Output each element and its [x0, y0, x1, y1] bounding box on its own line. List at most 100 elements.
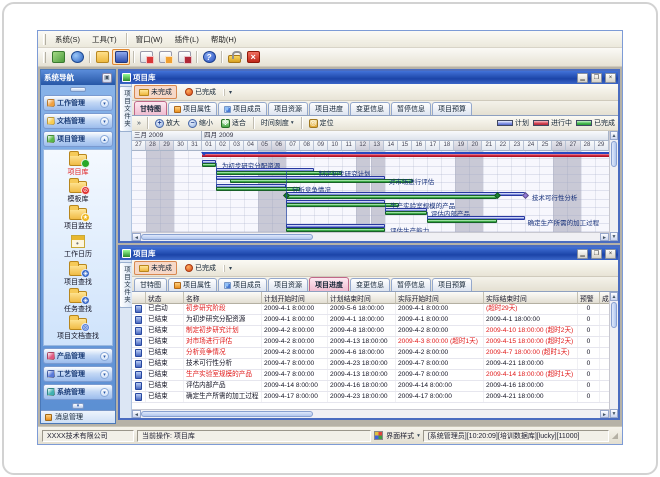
sidebar-item[interactable]: ◈项目查找	[44, 264, 112, 287]
gantt-vertical-scrollbar[interactable]: ▲ ▼	[609, 131, 618, 241]
scroll-thumb[interactable]	[141, 234, 313, 240]
scroll-thumb[interactable]	[611, 141, 617, 167]
project-folder-vertical-tab[interactable]: 项目文件夹	[119, 262, 133, 308]
restore-button[interactable]: ❐	[591, 73, 602, 83]
zoom-in-button[interactable]: +放大	[152, 117, 183, 129]
save-button[interactable]	[112, 49, 130, 65]
gantt-tab-2[interactable]: 项目属性	[168, 102, 217, 115]
column-header-6[interactable]: 实际结束时间	[484, 292, 578, 304]
table-row[interactable]: 已结束生产实验室规模的产品2009-4-7 8:00:002009-4-13 1…	[132, 370, 609, 381]
table-row[interactable]: 已结束确定生产所需的加工过程2009-4-17 8:00:002009-4-23…	[132, 392, 609, 403]
panel-toggle-icon[interactable]: ▾	[100, 388, 109, 397]
toolbar-overflow-button[interactable]: »	[135, 120, 143, 127]
gantt-tab-4[interactable]: 项目资源	[268, 102, 308, 115]
report-orange-button[interactable]	[156, 49, 174, 65]
report-delete-button[interactable]	[175, 49, 193, 65]
gantt-tab-8[interactable]: 项目预算	[432, 102, 472, 115]
panel-toggle-icon[interactable]: ▾	[100, 352, 109, 361]
zoom-out-button[interactable]: −缩小	[185, 117, 216, 129]
gantt-tab-3[interactable]: 项目成员	[218, 102, 267, 115]
scroll-down-icon[interactable]: ▼	[610, 409, 618, 418]
close-button[interactable]: ×	[605, 249, 616, 259]
locate-button[interactable]: ◎定位	[306, 117, 337, 129]
done-bar[interactable]	[286, 195, 496, 199]
table-tab-4[interactable]: 项目资源	[268, 278, 308, 291]
table-window-titlebar[interactable]: 项目库 ▁ ❐ ×	[120, 247, 618, 260]
done-bar[interactable]	[230, 179, 412, 183]
panel-toggle-icon[interactable]: ▴	[100, 135, 109, 144]
menu-item-4[interactable]: 插件(L)	[170, 33, 204, 46]
column-header-3[interactable]: 计划开始时间	[262, 292, 328, 304]
menu-item-2[interactable]: 工具(T)	[87, 33, 122, 46]
report-red-button[interactable]	[137, 49, 155, 65]
column-header-2[interactable]: 名称	[184, 292, 262, 304]
column-header-7[interactable]: 预警	[578, 292, 600, 304]
scroll-thumb[interactable]	[611, 302, 617, 328]
sidebar-item[interactable]: 项目库	[44, 154, 112, 177]
table-row[interactable]: 已结束评估内部产品2009-4-14 8:00:002009-4-16 18:0…	[132, 381, 609, 392]
sidebar-options-button[interactable]: ▣	[102, 73, 112, 83]
sidebar-panel-3[interactable]: 项目管理▴	[43, 131, 113, 147]
open-folder-button[interactable]	[93, 49, 111, 65]
menu-item-3[interactable]: 窗口(W)	[131, 33, 168, 46]
system-monitor-button[interactable]	[49, 49, 67, 65]
sidebar-panel-1[interactable]: 工作管理▾	[43, 95, 113, 111]
done-bar[interactable]	[427, 219, 497, 223]
column-header-4[interactable]: 计划结束时间	[328, 292, 396, 304]
gantt-tab-6[interactable]: 变更信息	[350, 102, 390, 115]
gantt-horizontal-scrollbar[interactable]: ◄ ►	[132, 232, 609, 241]
table-row[interactable]: 已结束对市场进行评估2009-4-2 8:00:002009-4-13 18:0…	[132, 337, 609, 348]
exit-button[interactable]	[244, 49, 262, 65]
table-tab-1[interactable]: 甘特图	[134, 278, 167, 291]
fit-button[interactable]: ※适合	[218, 117, 249, 129]
filter-dropdown[interactable]: ▾	[224, 265, 236, 272]
minimize-button[interactable]: ▁	[577, 249, 588, 259]
table-tab-5[interactable]: 项目进度	[309, 277, 349, 291]
sidebar-expand-strip[interactable]: ▾	[41, 401, 115, 410]
sidebar-item[interactable]: ★项目监控	[44, 208, 112, 231]
scroll-down-icon[interactable]: ▼	[610, 232, 618, 241]
gantt-tab-1[interactable]: 甘特图	[134, 101, 167, 115]
project-folder-vertical-tab[interactable]: 项目文件夹	[119, 86, 133, 132]
internet-button[interactable]	[68, 49, 86, 65]
panel-toggle-icon[interactable]: ▾	[100, 99, 109, 108]
table-vertical-scrollbar[interactable]: ▲ ▼	[609, 292, 618, 418]
restore-button[interactable]: ❐	[591, 249, 602, 259]
sidebar-item[interactable]: ⊘模板库	[44, 181, 112, 204]
chevron-down-icon[interactable]: ▾	[417, 433, 420, 439]
sidebar-collapse-strip[interactable]	[41, 85, 115, 94]
interface-style-button[interactable]: 界面样式	[386, 431, 414, 441]
scroll-thumb[interactable]	[141, 411, 313, 417]
filter-unfinished[interactable]: 未完成	[134, 85, 177, 99]
done-bar[interactable]	[216, 187, 300, 191]
filter-finished[interactable]: 已完成	[180, 261, 221, 275]
table-row[interactable]: 已启动初步研究阶段2009-4-1 8:00:002009-5-6 18:00:…	[132, 304, 609, 315]
gantt-tab-5[interactable]: 项目进度	[309, 102, 349, 115]
help-button[interactable]	[200, 49, 218, 65]
menu-item-1[interactable]: 系统(S)	[50, 33, 85, 46]
table-row[interactable]: 已结束分析竞争情况2009-4-2 8:00:002009-4-6 18:00:…	[132, 348, 609, 359]
scroll-right-icon[interactable]: ►	[600, 410, 609, 418]
done-bar[interactable]	[286, 228, 384, 232]
table-tab-8[interactable]: 项目预算	[432, 278, 472, 291]
done-bar[interactable]	[202, 163, 216, 167]
scroll-up-icon[interactable]: ▲	[610, 292, 618, 301]
filter-dropdown[interactable]: ▾	[224, 89, 236, 96]
filter-unfinished[interactable]: 未完成	[134, 261, 177, 275]
scroll-up-icon[interactable]: ▲	[610, 131, 618, 140]
resize-grip[interactable]: ◢	[612, 432, 618, 440]
table-row[interactable]: 已结束技术可行性分析2009-4-7 8:00:002009-4-23 18:0…	[132, 359, 609, 370]
panel-toggle-icon[interactable]: ▾	[100, 370, 109, 379]
panel-toggle-icon[interactable]: ▾	[100, 117, 109, 126]
gantt-window-titlebar[interactable]: 项目库 ▁ ❐ ×	[120, 71, 618, 84]
table-row[interactable]: 已结束为初步研究分配资源2009-4-1 8:00:002009-4-1 18:…	[132, 315, 609, 326]
summary-bar[interactable]	[202, 152, 609, 157]
close-button[interactable]: ×	[605, 73, 616, 83]
table-row[interactable]: 已结束制定初步研究计划2009-4-2 8:00:002009-4-8 18:0…	[132, 326, 609, 337]
sidebar-tab-messages[interactable]: 消息管理	[41, 410, 115, 423]
sidebar-item[interactable]: ◈任务查找	[44, 291, 112, 314]
column-header-1[interactable]: 状态	[146, 292, 184, 304]
scroll-left-icon[interactable]: ◄	[132, 410, 141, 418]
scroll-right-icon[interactable]: ►	[600, 233, 609, 241]
minimize-button[interactable]: ▁	[577, 73, 588, 83]
